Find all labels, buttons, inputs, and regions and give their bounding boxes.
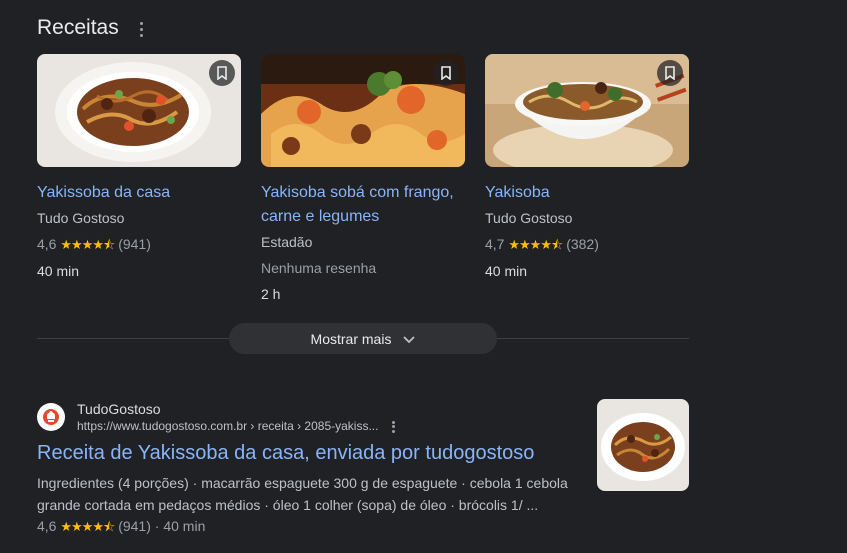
recipe-title-3[interactable]: Yakisoba	[485, 181, 689, 205]
recipe-rating-1: 4,6 ★★★★⯪ (941)	[37, 231, 241, 258]
review-count: (382)	[566, 236, 599, 252]
show-more-label: Mostrar mais	[310, 330, 392, 347]
star-rating-icon: ★★★★⯪	[508, 237, 563, 252]
recipe-duration-3: 40 min	[485, 263, 528, 279]
recipe-title-1[interactable]: Yakissoba da casa	[37, 181, 241, 205]
recipe-no-reviews-2: Nenhuma resenha	[261, 260, 377, 276]
bookmark-icon[interactable]	[209, 60, 235, 86]
recipe-image-2[interactable]	[261, 54, 465, 167]
recipe-duration-1: 40 min	[37, 263, 80, 279]
recipe-rating-3: 4,7 ★★★★⯪ (382)	[485, 231, 689, 258]
result-snippet: Ingredientes (4 porções) · macarrão espa…	[37, 475, 568, 513]
show-more-button[interactable]: Mostrar mais	[229, 323, 497, 354]
more-options-icon[interactable]	[388, 420, 398, 434]
result-title-link[interactable]: Receita de Yakissoba da casa, enviada po…	[37, 442, 534, 465]
recipe-image-3[interactable]	[485, 54, 689, 167]
separator: ·	[154, 518, 160, 534]
star-rating-icon: ★★★★⯪	[60, 519, 115, 534]
recipe-card-1[interactable]: Yakissoba da casa Tudo Gostoso 4,6 ★★★★⯪…	[37, 54, 241, 284]
rating-value: 4,6	[37, 518, 57, 534]
result-thumbnail[interactable]	[597, 399, 689, 491]
divider	[37, 338, 229, 339]
recipe-source-3: Tudo Gostoso	[485, 210, 573, 226]
review-count: (941)	[118, 518, 151, 534]
more-options-icon[interactable]	[136, 20, 146, 38]
recipe-image-1[interactable]	[37, 54, 241, 167]
star-rating-icon: ★★★★⯪	[60, 237, 115, 252]
recipe-duration-2: 2 h	[261, 286, 281, 302]
chef-hat-icon	[43, 409, 59, 425]
recipe-card-3[interactable]: Yakisoba Tudo Gostoso 4,7 ★★★★⯪ (382) 40…	[485, 54, 689, 284]
recipe-source-2: Estadão	[261, 234, 313, 250]
bookmark-icon[interactable]	[433, 60, 459, 86]
recipe-source-1: Tudo Gostoso	[37, 210, 125, 226]
recipe-card-2[interactable]: Yakisoba sobá com frango, carne e legume…	[261, 54, 465, 307]
rating-value: 4,7	[485, 236, 505, 252]
rating-value: 4,6	[37, 236, 57, 252]
chevron-down-icon	[403, 331, 416, 347]
result-rating: 4,6 ★★★★⯪ (941) · 40 min	[37, 515, 205, 538]
divider	[497, 338, 689, 339]
recipes-heading: Receitas	[37, 16, 119, 39]
site-favicon[interactable]	[37, 403, 65, 431]
result-site-name[interactable]: TudoGostoso	[77, 401, 161, 417]
recipe-title-2[interactable]: Yakisoba sobá com frango, carne e legume…	[261, 181, 465, 229]
result-url[interactable]: https://www.tudogostoso.com.br › receita…	[77, 419, 378, 433]
bookmark-icon[interactable]	[657, 60, 683, 86]
review-count: (941)	[118, 236, 151, 252]
result-duration: 40 min	[163, 518, 206, 534]
